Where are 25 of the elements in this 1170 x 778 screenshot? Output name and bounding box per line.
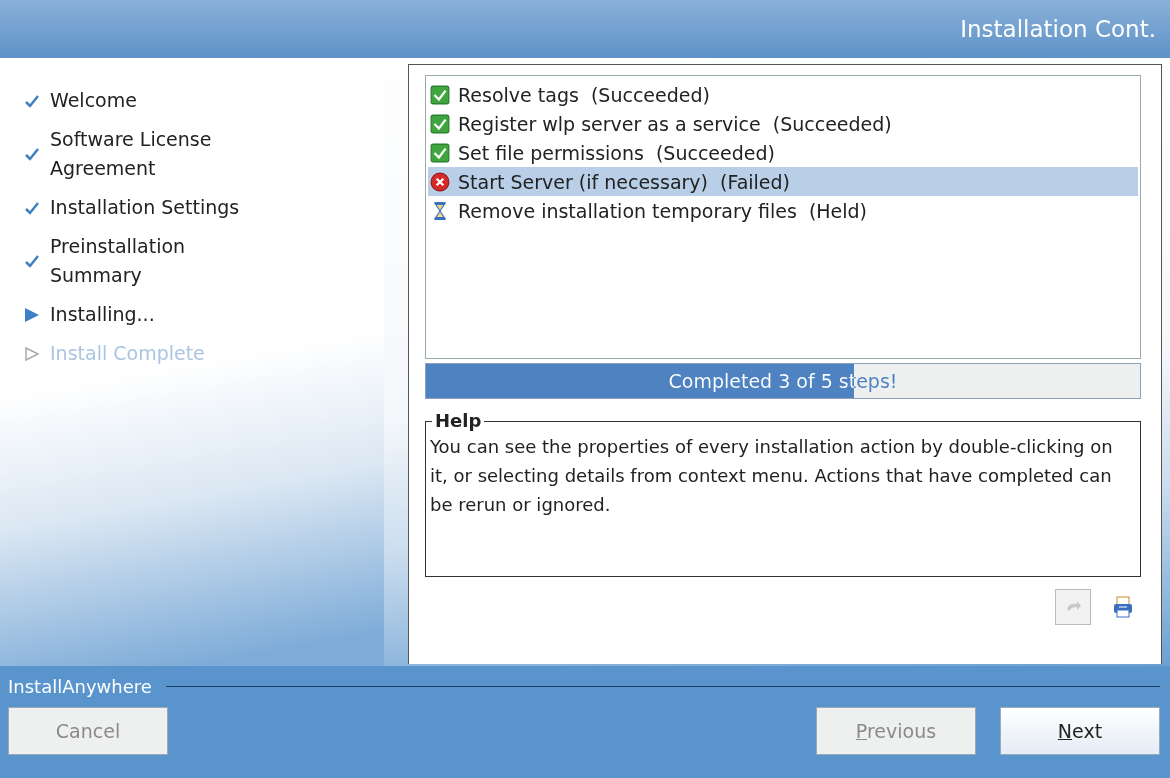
checkbox-check-icon — [430, 142, 450, 163]
step-label: Installing... — [50, 302, 155, 327]
step-label: Install Complete — [50, 341, 205, 366]
next-button[interactable]: Next — [1000, 707, 1160, 755]
step-label: Software License Agreement — [50, 127, 213, 181]
action-item[interactable]: Resolve tags (Succeeded) — [428, 80, 1138, 109]
window-title: Installation Cont. — [960, 16, 1156, 42]
checkbox-check-icon — [430, 84, 450, 105]
printer-icon — [1113, 596, 1133, 618]
step-label: Welcome — [50, 88, 137, 113]
help-title: Help — [432, 410, 485, 431]
outline-arrow-icon — [24, 345, 40, 362]
action-item[interactable]: Remove installation temporary files (Held) — [428, 196, 1138, 225]
step-label: Preinstallation Summary — [50, 234, 187, 288]
step-label: Installation Settings — [50, 195, 240, 220]
action-item[interactable]: Start Server (if necessary) (Failed) — [428, 167, 1138, 196]
help-text: You can see the properties of every installation action by double-clicking on it, or selecting details from context menu. Actions that have completed can be rerun or ignored. — [430, 435, 1114, 517]
play-arrow-icon — [24, 306, 40, 323]
error-icon — [430, 171, 450, 192]
action-item[interactable]: Set file permissions (Succeeded) — [428, 138, 1138, 167]
checkmark-icon — [24, 146, 40, 162]
checkbox-check-icon — [430, 113, 450, 134]
brand-label: InstallAnywhere — [8, 676, 152, 697]
checkmark-icon — [24, 253, 40, 269]
action-item[interactable]: Register wlp server as a service (Succeeded) — [428, 109, 1138, 138]
